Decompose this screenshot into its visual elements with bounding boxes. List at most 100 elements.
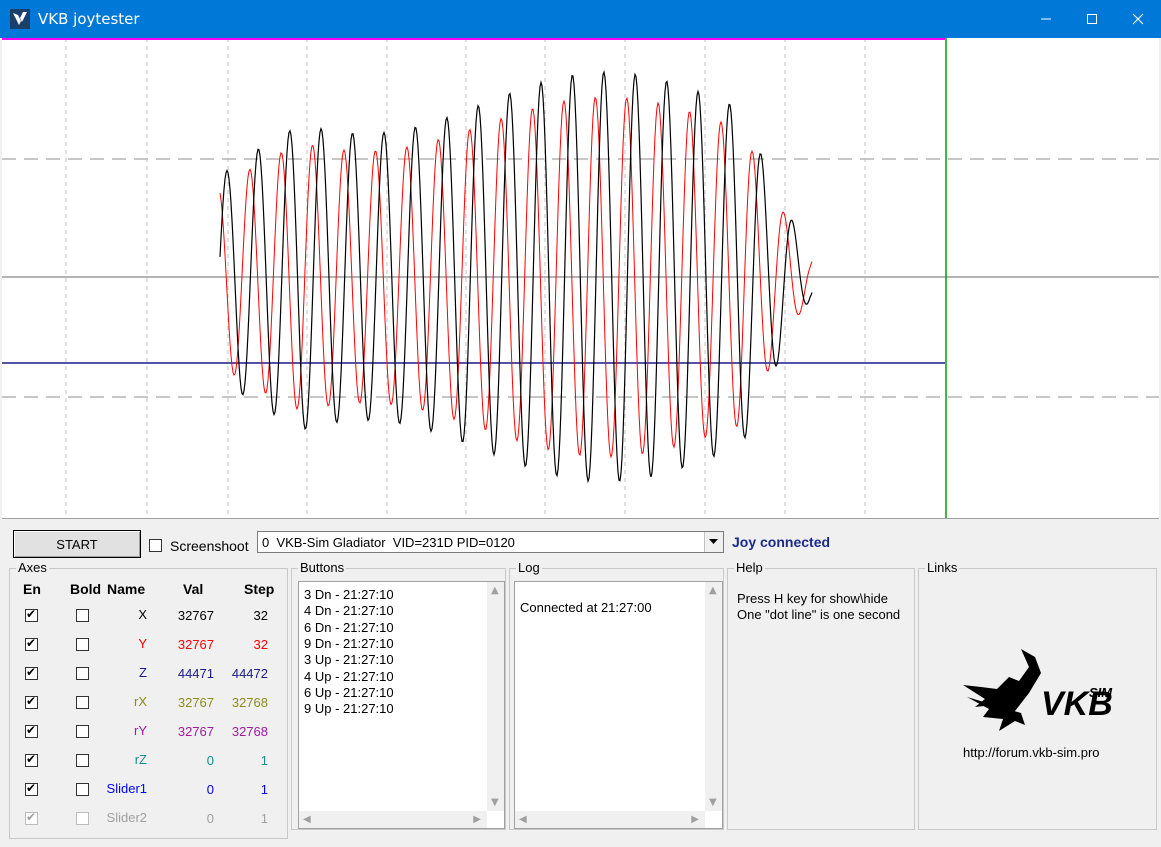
- screenshoot-label: Screenshoot: [170, 538, 249, 554]
- scroll-up-icon[interactable]: ▲: [709, 585, 717, 596]
- connection-status: Joy connected: [732, 534, 831, 550]
- axis-value: 32767: [177, 695, 214, 710]
- axis-step: 1: [260, 811, 268, 826]
- close-button[interactable]: [1115, 0, 1161, 38]
- axis-value: 0: [206, 811, 214, 826]
- minimize-button[interactable]: [1023, 0, 1069, 38]
- vertical-scrollbar[interactable]: ▲ ▼: [705, 582, 722, 811]
- header-bold: Bold: [70, 581, 102, 597]
- axis-row: ✔ rZ 0 1: [10, 752, 287, 782]
- maximize-icon: [1087, 14, 1097, 24]
- axis-enable-checkbox[interactable]: ✔: [25, 810, 38, 825]
- axis-enable-checkbox[interactable]: ✔: [25, 723, 38, 738]
- check-icon: ✔: [26, 810, 37, 824]
- axis-row: ✔ rX 32767 32768: [10, 694, 287, 724]
- scroll-up-icon[interactable]: ▲: [491, 585, 499, 596]
- axis-enable-checkbox[interactable]: ✔: [25, 781, 38, 796]
- axis-step: 32768: [231, 695, 268, 710]
- chevron-down-icon[interactable]: [704, 532, 723, 552]
- axis-name: rY: [134, 723, 147, 738]
- horizontal-scrollbar[interactable]: ◀ ▶: [299, 811, 487, 828]
- forum-link[interactable]: http://forum.vkb-sim.pro: [963, 745, 1100, 760]
- axis-row: ✔ Slider1 0 1: [10, 781, 287, 811]
- axis-enable-checkbox[interactable]: ✔: [25, 665, 38, 680]
- control-panel: START Screenshoot 0 VKB-Sim Gladiator VI…: [0, 519, 1161, 847]
- axis-enable-checkbox[interactable]: ✔: [25, 752, 38, 767]
- button-event-item[interactable]: 4 Dn - 21:27:10: [304, 603, 394, 619]
- scroll-left-icon[interactable]: ◀: [519, 814, 527, 825]
- axis-enable-checkbox[interactable]: ✔: [25, 607, 38, 622]
- scroll-left-icon[interactable]: ◀: [303, 814, 311, 825]
- button-event-item[interactable]: 6 Up - 21:27:10: [304, 685, 394, 701]
- axis-row: ✔ Slider2 0 1: [10, 810, 287, 840]
- axis-value: 32767: [177, 637, 214, 652]
- maximize-button[interactable]: [1069, 0, 1115, 38]
- log-entry[interactable]: Connected at 21:27:00: [520, 600, 652, 616]
- button-event-item[interactable]: 6 Dn - 21:27:10: [304, 620, 394, 636]
- title-bar: VKB joytester: [0, 0, 1161, 38]
- buttons-list[interactable]: 3 Dn - 21:27:10 4 Dn - 21:27:10 6 Dn - 21:…: [298, 581, 505, 829]
- check-icon: ✔: [26, 694, 37, 708]
- button-event-item[interactable]: 9 Up - 21:27:10: [304, 701, 394, 717]
- scroll-right-icon[interactable]: ▶: [691, 814, 699, 825]
- button-event-item[interactable]: 3 Dn - 21:27:10: [304, 587, 394, 603]
- screenshoot-checkbox[interactable]: [149, 539, 162, 552]
- axis-name: Z: [139, 665, 147, 680]
- help-group-title: Help: [734, 560, 765, 576]
- button-event-item[interactable]: 3 Up - 21:27:10: [304, 652, 394, 668]
- buttons-group: Buttons 3 Dn - 21:27:10 4 Dn - 21:27:10 6 …: [291, 560, 506, 830]
- horizontal-scrollbar[interactable]: ◀ ▶: [515, 811, 705, 828]
- scroll-down-icon[interactable]: ▼: [709, 797, 717, 808]
- axis-enable-checkbox[interactable]: ✔: [25, 636, 38, 651]
- vkb-sim-logo[interactable]: VKB SIM: [959, 647, 1119, 737]
- log-group: Log Connected at 21:27:00 ▲ ▼ ◀ ▶: [509, 560, 724, 830]
- axis-step: 32: [253, 608, 268, 623]
- axis-step: 32768: [231, 724, 268, 739]
- axis-row: ✔ Y 32767 32: [10, 636, 287, 666]
- device-select[interactable]: 0 VKB-Sim Gladiator VID=231D PID=0120: [257, 531, 724, 553]
- header-en: En: [23, 581, 41, 597]
- start-button[interactable]: START: [13, 530, 141, 558]
- axis-enable-checkbox[interactable]: ✔: [25, 694, 38, 709]
- axes-group-title: Axes: [16, 560, 49, 576]
- axis-row: ✔ X 32767 32: [10, 607, 287, 637]
- help-group: Help Press H key for show\hide One "dot …: [727, 560, 915, 830]
- signal-graph: [2, 38, 1159, 519]
- vertical-scrollbar[interactable]: ▲ ▼: [487, 582, 504, 811]
- axis-value: 32767: [177, 608, 214, 623]
- app-icon: [10, 9, 30, 29]
- axis-name: X: [138, 607, 147, 622]
- links-group-title: Links: [925, 560, 960, 576]
- logo-text-sim: SIM: [1089, 685, 1113, 700]
- axis-row: ✔ Z 44471 44472: [10, 665, 287, 695]
- window-title: VKB joytester: [38, 10, 140, 28]
- axis-name: rZ: [134, 752, 147, 767]
- buttons-group-title: Buttons: [298, 560, 347, 576]
- check-icon: ✔: [26, 665, 37, 679]
- close-icon: [1132, 13, 1144, 25]
- axes-group: Axes En Bold Name Val Step ✔ X 32767 32 ✔ Y 32…: [9, 560, 288, 840]
- axis-name: Slider1: [106, 781, 147, 796]
- axis-value: 0: [206, 753, 214, 768]
- axis-value: 0: [206, 782, 214, 797]
- header-val: Val: [183, 581, 204, 597]
- help-line-2: One "dot line" is one second: [737, 607, 901, 622]
- minimize-icon: [1041, 18, 1051, 20]
- axis-value: 44471: [177, 666, 214, 681]
- header-step: Step: [244, 581, 275, 597]
- log-group-title: Log: [516, 560, 542, 576]
- axis-step: 44472: [231, 666, 268, 681]
- scroll-down-icon[interactable]: ▼: [491, 797, 499, 808]
- check-icon: ✔: [26, 752, 37, 766]
- button-event-item[interactable]: 4 Up - 21:27:10: [304, 669, 394, 685]
- header-name: Name: [107, 581, 146, 597]
- button-event-item[interactable]: 9 Dn - 21:27:10: [304, 636, 394, 652]
- scroll-right-icon[interactable]: ▶: [473, 814, 481, 825]
- axis-name: rX: [134, 694, 147, 709]
- device-select-value: 0 VKB-Sim Gladiator VID=231D PID=0120: [262, 535, 515, 550]
- axis-name: Slider2: [106, 810, 147, 825]
- help-line-1: Press H key for show\hide: [737, 591, 889, 606]
- check-icon: ✔: [26, 781, 37, 795]
- links-group: Links VKB SIM http://forum.vkb-sim.pro: [918, 560, 1157, 830]
- log-list[interactable]: Connected at 21:27:00 ▲ ▼ ◀ ▶: [514, 581, 723, 829]
